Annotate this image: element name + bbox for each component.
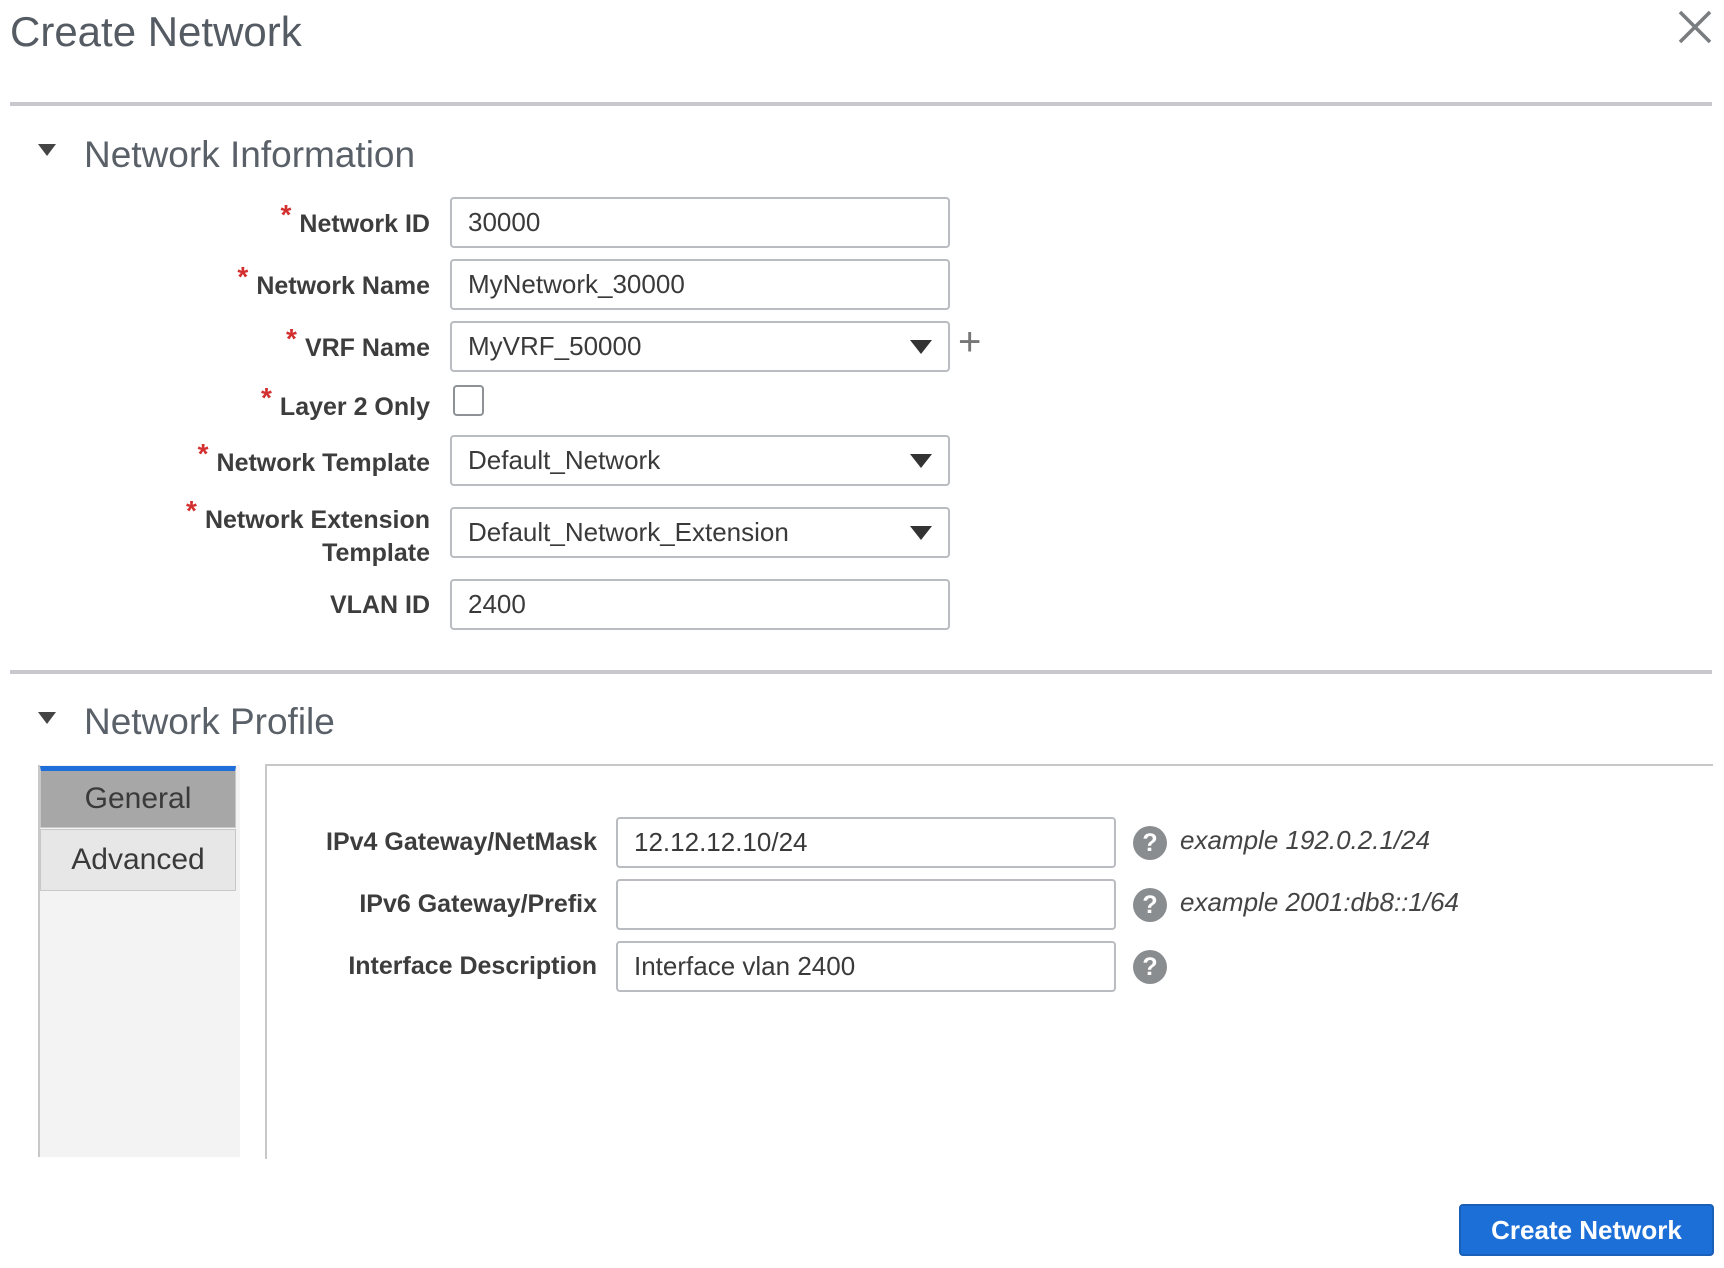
tab-advanced[interactable]: Advanced [40, 829, 236, 891]
network-extension-template-label-line2: Template [322, 539, 430, 567]
layer2-only-checkbox[interactable] [453, 385, 484, 416]
section-title-network-profile: Network Profile [84, 701, 335, 742]
chevron-down-icon [910, 526, 932, 540]
required-asterisk: * [280, 199, 292, 230]
vrf-name-select[interactable]: MyVRF_50000 [450, 321, 950, 372]
vrf-name-label: * VRF Name [286, 323, 430, 362]
network-name-input[interactable]: MyNetwork_30000 [450, 259, 950, 310]
ipv6-gateway-hint: example 2001:db8::1/64 [1180, 887, 1459, 917]
vlan-id-input[interactable]: 2400 [450, 579, 950, 630]
section-title-network-information: Network Information [84, 134, 416, 175]
network-id-input[interactable]: 30000 [450, 197, 950, 248]
add-vrf-plus-icon[interactable]: + [958, 322, 981, 362]
required-asterisk: * [197, 438, 209, 469]
header-divider [10, 102, 1712, 106]
required-asterisk: * [186, 495, 197, 526]
collapse-network-info-caret-icon[interactable] [38, 144, 56, 156]
network-extension-template-value: Default_Network_Extension [468, 517, 789, 547]
create-network-button[interactable]: Create Network [1459, 1204, 1714, 1256]
collapse-network-profile-caret-icon[interactable] [38, 712, 56, 724]
help-icon[interactable]: ? [1133, 826, 1167, 860]
vlan-id-label: VLAN ID [330, 591, 430, 619]
close-icon [1678, 10, 1712, 44]
chevron-down-icon [910, 454, 932, 468]
ipv6-gateway-label: IPv6 Gateway/Prefix [359, 890, 597, 918]
network-template-value: Default_Network [468, 445, 661, 475]
network-template-select[interactable]: Default_Network [450, 435, 950, 486]
chevron-down-icon [910, 340, 932, 354]
layer2-only-label: * Layer 2 Only [261, 382, 430, 421]
ipv4-gateway-label: IPv4 Gateway/NetMask [326, 828, 597, 856]
interface-description-label: Interface Description [348, 952, 597, 980]
tab-general[interactable]: General [40, 766, 236, 828]
interface-description-input[interactable]: Interface vlan 2400 [616, 941, 1116, 992]
vrf-name-value: MyVRF_50000 [468, 331, 642, 361]
ipv6-gateway-input[interactable] [616, 879, 1116, 930]
required-asterisk: * [237, 261, 249, 292]
network-name-label: * Network Name [237, 261, 430, 300]
network-extension-template-label: * Network Extension [186, 495, 430, 534]
required-asterisk: * [286, 323, 297, 354]
help-icon[interactable]: ? [1133, 950, 1167, 984]
ipv4-gateway-hint: example 192.0.2.1/24 [1180, 825, 1431, 855]
required-asterisk: * [261, 382, 272, 413]
network-extension-template-select[interactable]: Default_Network_Extension [450, 507, 950, 558]
close-button[interactable] [1672, 4, 1718, 50]
ipv4-gateway-input[interactable]: 12.12.12.10/24 [616, 817, 1116, 868]
network-id-label: * Network ID [280, 199, 431, 238]
network-template-label: * Network Template [197, 438, 430, 477]
help-icon[interactable]: ? [1133, 888, 1167, 922]
dialog-title: Create Network [10, 8, 302, 55]
section-divider [10, 670, 1712, 674]
